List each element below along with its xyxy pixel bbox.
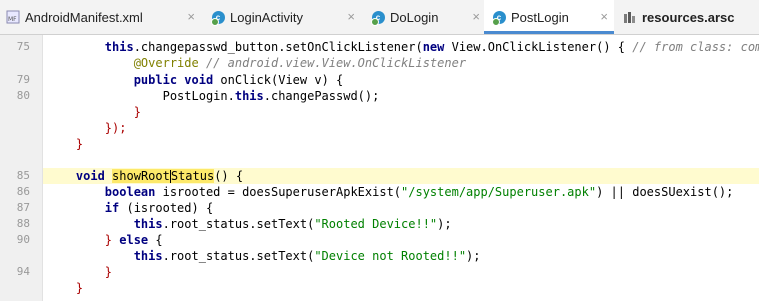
tab-resources-arsc[interactable]: resources.arsc xyxy=(615,0,759,34)
code-line: this.changepasswd_button.setOnClickListe… xyxy=(104,40,759,54)
tab-label: resources.arsc xyxy=(642,9,735,25)
line-number: 86 xyxy=(16,185,30,198)
code-line: } xyxy=(75,137,84,151)
manifest-file-icon: MF xyxy=(6,10,20,24)
code-line: PostLogin.this.changePasswd(); xyxy=(162,89,380,103)
editor-tab-bar: MF AndroidManifest.xml × c LoginActivity… xyxy=(0,0,759,35)
line-number: 88 xyxy=(16,217,30,230)
tab-label: LoginActivity xyxy=(230,9,303,25)
code-line: boolean isrooted = doesSuperuserApkExist… xyxy=(104,185,734,199)
close-icon[interactable]: × xyxy=(187,9,195,24)
method-name-showrootstatus[interactable]: showRootStatus xyxy=(112,169,215,183)
tab-loginactivity[interactable]: c LoginActivity × xyxy=(201,0,361,34)
code-line: this.root_status.setText("Device not Roo… xyxy=(133,249,481,263)
tab-postlogin[interactable]: c PostLogin × xyxy=(484,0,614,34)
line-number: 80 xyxy=(16,89,30,102)
line-number: 87 xyxy=(16,201,30,214)
class-icon: c xyxy=(210,10,225,26)
code-line: } else { xyxy=(104,233,163,247)
class-icon: c xyxy=(370,10,385,26)
tab-dologin[interactable]: c DoLogin × xyxy=(361,0,486,34)
code-line: } xyxy=(104,265,113,279)
line-number: 75 xyxy=(16,40,30,53)
close-icon[interactable]: × xyxy=(600,9,608,24)
code-line: public void onClick(View v) { xyxy=(133,73,344,87)
code-line: if (isrooted) { xyxy=(104,201,214,215)
svg-text:MF: MF xyxy=(8,16,17,23)
tab-label: DoLogin xyxy=(390,9,439,25)
tab-label: AndroidManifest.xml xyxy=(25,9,143,25)
line-number: 90 xyxy=(16,233,30,246)
tab-androidmanifest[interactable]: MF AndroidManifest.xml × xyxy=(0,0,201,34)
current-line-highlight: void showRootStatus() { xyxy=(43,168,759,184)
class-icon: c xyxy=(491,10,506,26)
code-line: } xyxy=(75,281,84,295)
code-line: }); xyxy=(104,121,127,135)
code-line: } xyxy=(133,105,141,119)
line-number: 79 xyxy=(16,73,30,86)
line-number: 85 xyxy=(16,169,30,182)
tab-label: PostLogin xyxy=(511,9,569,25)
line-number: 94 xyxy=(16,265,30,278)
resources-file-icon xyxy=(623,10,637,24)
close-icon[interactable]: × xyxy=(472,9,480,24)
code-line: @Override // android.view.View.OnClickLi… xyxy=(133,56,467,70)
line-number-gutter: 75 79 80 85 86 87 88 90 94 xyxy=(0,35,43,301)
close-icon[interactable]: × xyxy=(347,9,355,24)
code-line: this.root_status.setText("Rooted Device!… xyxy=(133,217,452,231)
